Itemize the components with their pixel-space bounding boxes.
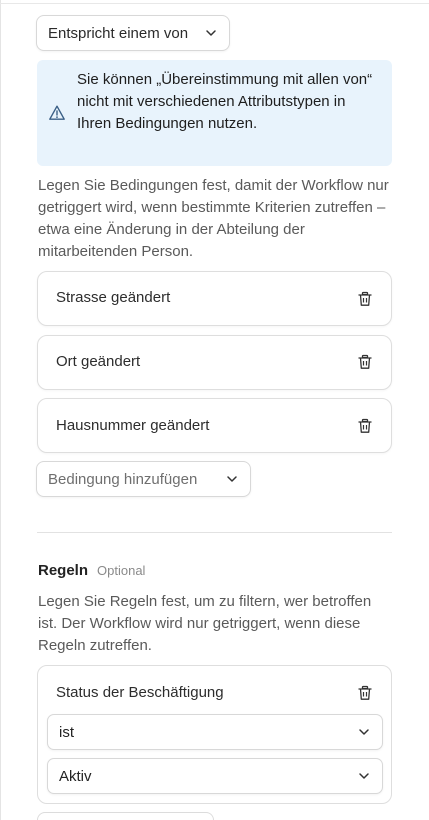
info-banner: Sie können „Übereinstimmung mit allen vo… (37, 60, 392, 166)
chevron-down-icon (357, 725, 371, 739)
value-value: Aktiv (59, 767, 92, 785)
warning-triangle-icon (48, 104, 66, 122)
condition-label: Strasse geändert (56, 289, 171, 306)
trash-icon[interactable] (357, 418, 373, 434)
value-select[interactable]: Aktiv (47, 758, 383, 794)
rule-title: Status der Beschäftigung (56, 684, 224, 701)
rule-card: Status der Beschäftigung ist Aktiv (37, 665, 392, 804)
chevron-down-icon (204, 26, 218, 40)
condition-card[interactable]: Ort geändert (37, 335, 392, 390)
condition-label: Hausnummer geändert (56, 417, 210, 434)
condition-card[interactable]: Strasse geändert (37, 271, 392, 326)
trash-icon[interactable] (357, 685, 373, 701)
add-rule-button[interactable] (37, 812, 214, 820)
add-condition-dropdown[interactable]: Bedingung hinzufügen (36, 461, 251, 497)
chevron-down-icon (225, 472, 239, 486)
match-mode-dropdown[interactable]: Entspricht einem von (36, 15, 230, 51)
conditions-description: Legen Sie Bedingungen fest, damit der Wo… (38, 177, 389, 260)
optional-badge: Optional (97, 563, 146, 578)
add-condition-label: Bedingung hinzufügen (48, 470, 198, 488)
trash-icon[interactable] (357, 291, 373, 307)
rules-description: Legen Sie Regeln fest, um zu filtern, we… (38, 593, 372, 654)
condition-card[interactable]: Hausnummer geändert (37, 398, 392, 453)
operator-select[interactable]: ist (47, 714, 383, 750)
panel-top-border (0, 3, 429, 4)
trash-icon[interactable] (357, 354, 373, 370)
rules-title: Regeln (38, 562, 89, 579)
chevron-down-icon (357, 769, 371, 783)
operator-value: ist (59, 723, 74, 741)
panel-left-border (0, 0, 1, 820)
section-divider (37, 532, 392, 533)
rules-header: Regeln Optional (38, 562, 145, 579)
match-mode-label: Entspricht einem von (48, 24, 189, 42)
info-text: Sie können „Übereinstimmung mit allen vo… (77, 71, 373, 132)
condition-label: Ort geändert (56, 353, 141, 370)
